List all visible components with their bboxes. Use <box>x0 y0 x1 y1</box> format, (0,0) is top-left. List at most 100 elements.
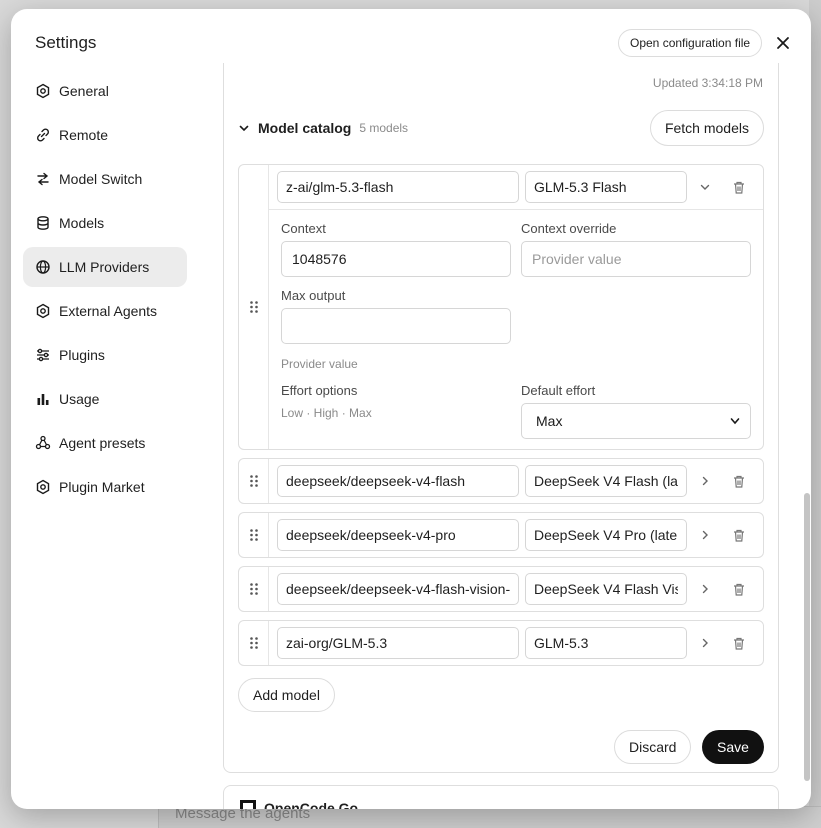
link-icon <box>35 127 51 143</box>
settings-modal: Settings Open configuration file General… <box>11 9 811 809</box>
sidebar-item-remote[interactable]: Remote <box>23 115 187 155</box>
add-model-button[interactable]: Add model <box>238 678 335 712</box>
effort-options-value: Low · High · Max <box>281 406 372 420</box>
close-icon[interactable] <box>773 33 793 53</box>
model-details: Context Context override Max output Prov… <box>269 209 763 439</box>
sidebar-item-external-agents[interactable]: External Agents <box>23 291 187 331</box>
default-effort-select[interactable]: Max <box>521 403 751 439</box>
settings-sidebar: General Remote Model Switch Models LLM P… <box>23 71 187 511</box>
fetch-models-button[interactable]: Fetch models <box>649 110 764 146</box>
drag-handle[interactable] <box>239 567 269 611</box>
model-name-input[interactable] <box>525 627 687 659</box>
gear-icon <box>35 83 51 99</box>
save-button[interactable]: Save <box>702 730 764 764</box>
trash-icon[interactable] <box>731 179 747 195</box>
effort-options-label: Effort options <box>281 383 358 398</box>
chevron-right-icon[interactable] <box>697 473 713 489</box>
model-name-input[interactable] <box>525 171 687 203</box>
sidebar-item-plugin-market[interactable]: Plugin Market <box>23 467 187 507</box>
gear-icon <box>35 479 51 495</box>
sidebar-item-agent-presets[interactable]: Agent presets <box>23 423 187 463</box>
open-config-button[interactable]: Open configuration file <box>618 29 763 57</box>
drag-handle[interactable] <box>239 165 269 449</box>
chevron-right-icon[interactable] <box>697 527 713 543</box>
chevron-down-icon[interactable] <box>238 121 252 135</box>
model-row <box>277 573 757 605</box>
model-catalog-title[interactable]: Model catalog <box>258 120 351 136</box>
sidebar-item-plugins[interactable]: Plugins <box>23 335 187 375</box>
context-label: Context <box>281 221 326 236</box>
settings-content: Updated 3:34:18 PM Model catalog 5 model… <box>223 63 779 809</box>
model-id-input[interactable] <box>277 519 519 551</box>
sidebar-item-model-switch[interactable]: Model Switch <box>23 159 187 199</box>
sidebar-item-label: LLM Providers <box>59 259 150 275</box>
model-row <box>277 519 757 551</box>
trash-icon[interactable] <box>731 581 747 597</box>
provider-panel: Updated 3:34:18 PM Model catalog 5 model… <box>223 63 779 773</box>
bar-chart-icon <box>35 391 51 407</box>
model-card <box>238 566 764 612</box>
sidebar-item-label: General <box>59 83 109 99</box>
sidebar-item-label: Models <box>59 215 105 231</box>
drag-handle[interactable] <box>239 621 269 665</box>
sidebar-item-label: Agent presets <box>59 435 146 451</box>
sidebar-item-models[interactable]: Models <box>23 203 187 243</box>
model-row <box>277 627 757 659</box>
modal-header: Settings Open configuration file <box>11 9 811 63</box>
model-card <box>238 458 764 504</box>
trash-icon[interactable] <box>731 473 747 489</box>
model-row <box>277 171 757 203</box>
model-id-input[interactable] <box>277 573 519 605</box>
model-count: 5 models <box>359 121 409 135</box>
agents-icon <box>35 435 51 451</box>
sidebar-item-label: Usage <box>59 391 100 407</box>
gear-icon <box>35 303 51 319</box>
trash-icon[interactable] <box>731 635 747 651</box>
sidebar-item-label: Plugins <box>59 347 105 363</box>
sidebar-item-label: Plugin Market <box>59 479 145 495</box>
model-id-input[interactable] <box>277 627 519 659</box>
modal-title: Settings <box>35 33 97 52</box>
default-effort-value: Max <box>536 413 563 429</box>
opencode-go-section: OpenCode Go <box>223 785 779 809</box>
model-id-input[interactable] <box>277 465 519 497</box>
chevron-right-icon[interactable] <box>697 581 713 597</box>
globe-icon <box>35 259 51 275</box>
drag-handle[interactable] <box>239 459 269 503</box>
sidebar-item-general[interactable]: General <box>23 71 187 111</box>
chevron-down-icon[interactable] <box>697 179 713 195</box>
model-card <box>238 620 764 666</box>
max-output-input[interactable] <box>281 308 511 344</box>
context-input[interactable] <box>281 241 511 277</box>
max-output-label: Max output <box>281 288 346 303</box>
model-name-input[interactable] <box>525 573 687 605</box>
scrollbar-thumb[interactable] <box>804 493 810 781</box>
model-card <box>238 512 764 558</box>
model-catalog-header: Model catalog 5 models Fetch models <box>238 110 764 146</box>
updated-timestamp: Updated 3:34:18 PM <box>652 76 763 90</box>
model-name-input[interactable] <box>525 465 687 497</box>
context-override-input[interactable] <box>521 241 751 277</box>
model-row <box>277 465 757 497</box>
section-title: OpenCode Go <box>264 800 359 809</box>
sidebar-item-llm-providers[interactable]: LLM Providers <box>23 247 187 287</box>
database-icon <box>35 215 51 231</box>
chevron-down-icon <box>730 413 740 429</box>
context-override-label: Context override <box>521 221 617 236</box>
discard-button[interactable]: Discard <box>614 730 692 764</box>
model-id-input[interactable] <box>277 171 519 203</box>
model-name-input[interactable] <box>525 519 687 551</box>
max-output-hint: Provider value <box>281 357 358 371</box>
background-message-bar: Message the agents <box>158 805 821 828</box>
default-effort-label: Default effort <box>521 383 596 398</box>
switch-icon <box>35 171 51 187</box>
trash-icon[interactable] <box>731 527 747 543</box>
model-card-expanded: Context Context override Max output Prov… <box>238 164 764 450</box>
sliders-icon <box>35 347 51 363</box>
sidebar-item-label: External Agents <box>59 303 158 319</box>
drag-handle[interactable] <box>239 513 269 557</box>
chevron-right-icon[interactable] <box>697 635 713 651</box>
sidebar-item-usage[interactable]: Usage <box>23 379 187 419</box>
sidebar-item-label: Model Switch <box>59 171 143 187</box>
sidebar-item-label: Remote <box>59 127 109 143</box>
